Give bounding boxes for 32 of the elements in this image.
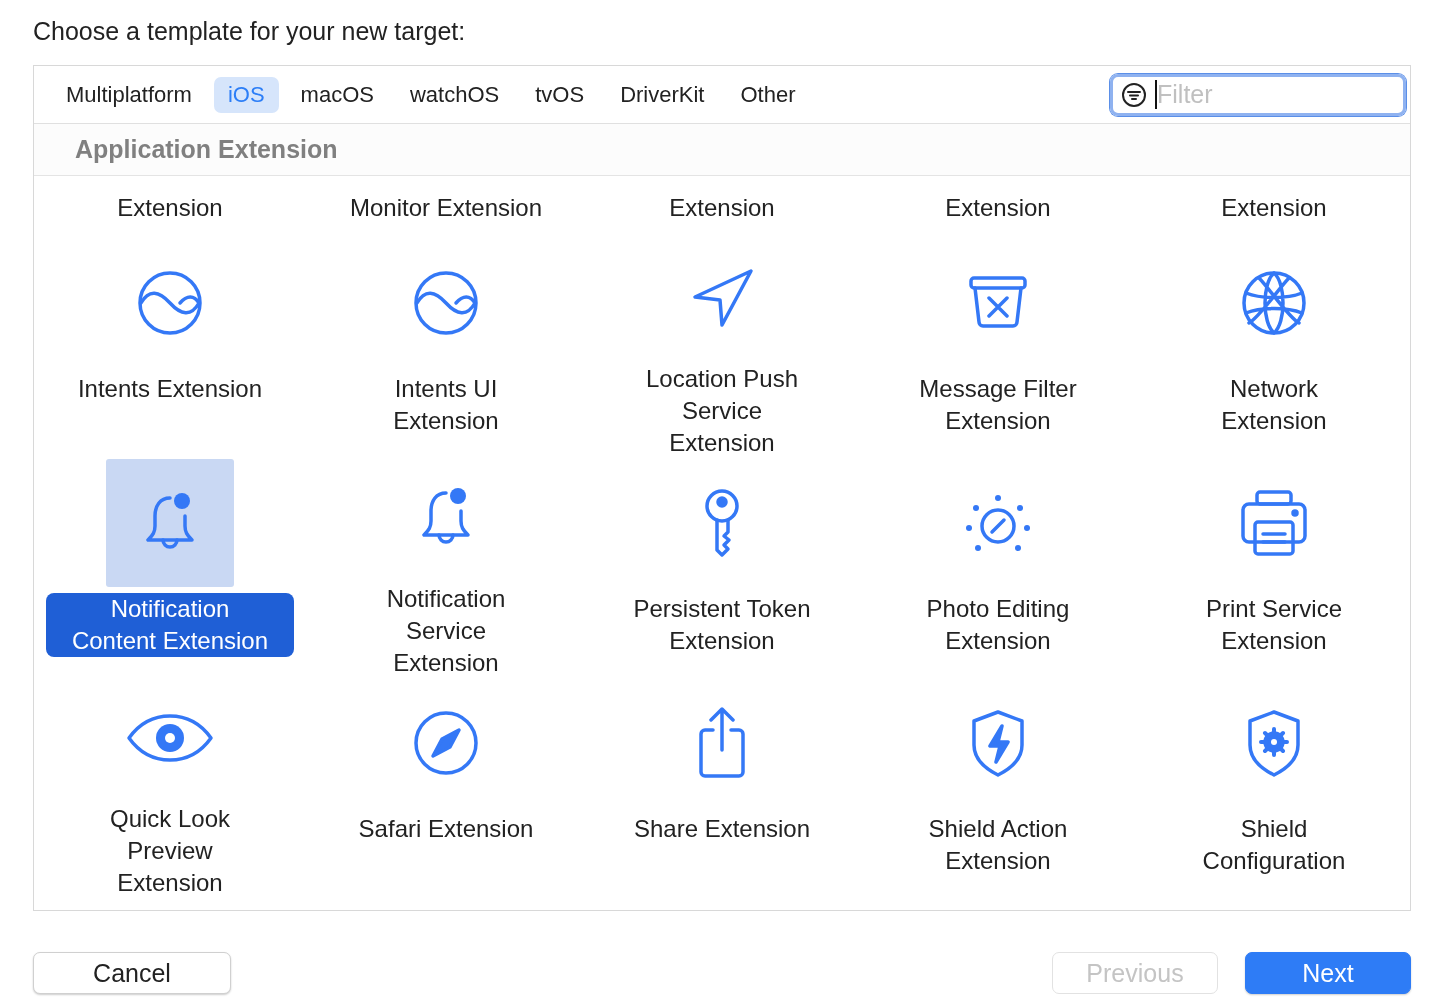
template-label[interactable]: Print Service Extension (1172, 593, 1376, 657)
platform-tab[interactable]: tvOS (521, 76, 599, 113)
template-label: Extension (944, 193, 1052, 223)
template-label[interactable]: Quick Look Preview Extension (68, 803, 272, 899)
platform-tab[interactable]: DriverKit (606, 76, 719, 113)
cancel-button[interactable]: Cancel (33, 952, 231, 994)
filter-field[interactable]: Filter (1110, 73, 1406, 116)
template-icon-tile[interactable] (106, 459, 234, 587)
template-label: Extension (116, 193, 224, 223)
template-label: Extension (1220, 193, 1328, 223)
template-label[interactable]: Message Filter Extension (896, 373, 1100, 437)
filter-icon (1121, 81, 1147, 108)
dialog-title: Choose a template for your new target: (33, 16, 467, 47)
template-label[interactable]: Persistent Token Extension (620, 593, 824, 657)
template-label: Extension (668, 193, 776, 223)
template-label[interactable]: Safari Extension (352, 813, 540, 845)
template-label[interactable]: Shield Action Extension (896, 813, 1100, 877)
template-label[interactable]: Notification Content Extension (46, 593, 294, 657)
platform-tab[interactable]: watchOS (395, 76, 514, 113)
template-label[interactable]: Shield Configuration (1172, 813, 1376, 877)
template-label[interactable]: Network Extension (1172, 373, 1376, 437)
template-label[interactable]: Intents Extension (71, 373, 269, 405)
platform-tab[interactable]: Other (726, 76, 810, 113)
template-label: Monitor Extension (348, 193, 544, 223)
template-label[interactable]: Share Extension (627, 813, 817, 845)
template-label[interactable]: Location Push Service Extension (620, 363, 824, 459)
template-label[interactable]: Notification Service Extension (344, 583, 548, 679)
template-label[interactable]: Intents UI Extension (344, 373, 548, 437)
platform-tab[interactable]: Multiplatform (52, 76, 206, 113)
template-label[interactable]: Photo Editing Extension (896, 593, 1100, 657)
platform-tab[interactable]: macOS (286, 76, 388, 113)
next-button[interactable]: Next (1245, 952, 1411, 994)
